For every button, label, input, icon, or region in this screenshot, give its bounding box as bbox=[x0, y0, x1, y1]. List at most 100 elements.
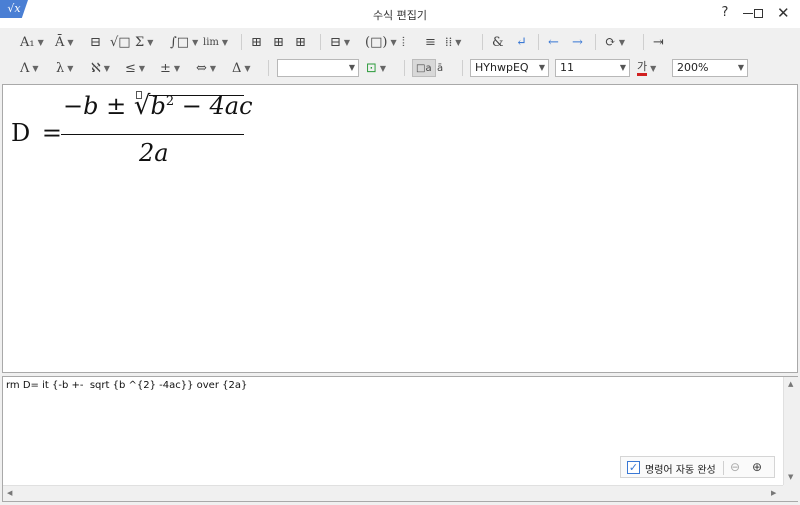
chevron-down-icon: ▼ bbox=[244, 63, 251, 73]
num-minus-b: −b bbox=[63, 92, 99, 120]
num-4ac: 4ac bbox=[209, 92, 253, 120]
zoom-combo-value: 200% bbox=[677, 61, 709, 74]
fraction-button[interactable]: ⊟ bbox=[90, 32, 101, 52]
format-text-button[interactable]: A₁ ▼ bbox=[20, 32, 44, 52]
scroll-right-icon[interactable]: ▶ bbox=[771, 489, 776, 497]
relation-icon: ≤ bbox=[125, 60, 136, 76]
minimize-button[interactable] bbox=[743, 13, 753, 14]
array-button[interactable]: ⦙ bbox=[402, 32, 405, 52]
chevron-down-icon: ▼ bbox=[379, 63, 387, 73]
text-color-button[interactable]: 가 ▼ bbox=[637, 58, 656, 78]
zoom-out-icon[interactable]: ⊖ bbox=[730, 460, 740, 474]
color-fill-button[interactable]: ⊡ ▼ bbox=[366, 58, 386, 78]
newline-button[interactable]: ↵ bbox=[516, 32, 527, 52]
chevron-down-icon: ▼ bbox=[619, 63, 626, 72]
root-icon: √□ bbox=[110, 34, 131, 50]
chevron-down-icon: ▼ bbox=[67, 37, 74, 47]
relation-button[interactable]: ≤ ▼ bbox=[125, 58, 145, 78]
scroll-left-icon[interactable]: ◀ bbox=[7, 489, 12, 497]
toolbar-separator bbox=[241, 34, 242, 50]
matrix-left-button[interactable]: ⊞ bbox=[251, 32, 262, 52]
lambda-button[interactable]: λ ▼ bbox=[56, 58, 73, 78]
zoom-in-icon[interactable]: ⊕ bbox=[752, 460, 762, 474]
scroll-up-icon[interactable]: ▲ bbox=[788, 380, 793, 388]
vertical-scrollbar[interactable]: ▲ ▼ bbox=[783, 377, 798, 485]
fraction-line bbox=[61, 134, 244, 135]
redo-button[interactable]: → bbox=[572, 32, 583, 52]
italic-greek-button[interactable]: Λ ▼ bbox=[20, 58, 39, 78]
formula-lhs: D = bbox=[11, 119, 62, 147]
toolbar-main: A₁ ▼ Ā ▼ ⊟ √□ Σ ▼ ∫□ ▼ lim ▼ ⊞ ⊞ ⊞ ⊟ ▼ (□) ▼ ⦙ ≡ ⁞⁞ ▼ & ↵ ← → ⟳ ▼ ⇥ bbox=[0, 28, 800, 56]
zoom-combo[interactable]: 200% ▼ bbox=[672, 59, 748, 77]
limit-button[interactable]: lim ▼ bbox=[203, 32, 228, 52]
chevron-down-icon: ▼ bbox=[650, 63, 657, 73]
render-icon: ⟳ bbox=[605, 34, 616, 50]
toolbar-separator bbox=[482, 34, 483, 50]
chevron-down-icon: ▼ bbox=[147, 37, 154, 47]
window-title: 수식 편집기 bbox=[372, 9, 428, 22]
lambda-icon: λ bbox=[56, 60, 65, 76]
aleph-button[interactable]: ℵ ▼ bbox=[91, 58, 110, 78]
close-button[interactable]: ✕ bbox=[777, 4, 790, 22]
aleph-icon: ℵ bbox=[91, 60, 101, 76]
integral-button[interactable]: ∫□ ▼ bbox=[170, 32, 198, 52]
delta-icon: Δ bbox=[232, 60, 242, 76]
paint-icon: ⊡ bbox=[366, 60, 377, 76]
equation-preview[interactable]: D = −b ± √b2 − 4ac 2a bbox=[2, 84, 798, 373]
delta-button[interactable]: Δ ▼ bbox=[232, 58, 251, 78]
fraction-icon: ⊟ bbox=[90, 34, 101, 50]
style-combo[interactable]: ▼ bbox=[277, 59, 359, 77]
text-color-icon: 가 bbox=[637, 60, 648, 76]
maximize-button[interactable] bbox=[754, 9, 763, 18]
sum-button[interactable]: Σ ▼ bbox=[135, 32, 153, 52]
autocomplete-checkbox[interactable]: ✓ bbox=[627, 461, 640, 474]
plusminus-button[interactable]: ± ▼ bbox=[160, 58, 180, 78]
chevron-down-icon: ▼ bbox=[348, 63, 355, 72]
row-button[interactable]: ≡ bbox=[425, 32, 436, 52]
font-combo[interactable]: HYhwpEQ ▼ bbox=[470, 59, 549, 77]
spacing-button[interactable]: ā bbox=[437, 58, 443, 78]
chevron-down-icon: ▼ bbox=[455, 37, 462, 47]
formula-equals: = bbox=[41, 119, 62, 147]
toolbar-separator bbox=[595, 34, 596, 50]
toolbar-separator bbox=[268, 60, 269, 76]
arrow-icon: ⇔ bbox=[196, 60, 207, 76]
align-icon: ⊟ bbox=[330, 34, 341, 50]
size-combo[interactable]: 11 ▼ bbox=[555, 59, 630, 77]
render-button[interactable]: ⟳ ▼ bbox=[605, 32, 625, 52]
text-mode-button[interactable]: □a bbox=[412, 59, 436, 77]
chevron-down-icon: ▼ bbox=[173, 63, 181, 73]
scroll-down-icon[interactable]: ▼ bbox=[788, 473, 793, 481]
help-button[interactable]: ? bbox=[713, 3, 737, 23]
toolbar-format: ▼ ⊡ ▼ □a ā HYhwpEQ ▼ 11 ▼ 가 ▼ 200% ▼ Λ ▼ λ… bbox=[0, 54, 800, 82]
title-bar: √x 수식 편집기 ? ✕ bbox=[0, 0, 800, 28]
toolbar-separator bbox=[320, 34, 321, 50]
command-editor[interactable]: rm D= it {-b +- sqrt {b ^{2} -4ac}} over… bbox=[2, 376, 798, 502]
decoration-button[interactable]: Ā ▼ bbox=[55, 32, 74, 52]
decoration-icon: Ā bbox=[55, 34, 65, 50]
toolbar-separator bbox=[404, 60, 405, 76]
undo-button[interactable]: ← bbox=[548, 32, 559, 52]
ampersand-icon: & bbox=[492, 34, 504, 50]
bracket-button[interactable]: (□) ▼ bbox=[365, 32, 397, 52]
plusminus-icon: ± bbox=[160, 60, 171, 76]
root-button[interactable]: √□ bbox=[110, 32, 131, 52]
redo-icon: → bbox=[572, 34, 583, 50]
formula-denominator: 2a bbox=[139, 139, 169, 167]
grid-button[interactable]: ⁞⁞ ▼ bbox=[445, 32, 461, 52]
horizontal-scrollbar[interactable]: ◀ ▶ bbox=[3, 485, 783, 501]
autocomplete-label: 명령어 자동 완성 bbox=[645, 465, 716, 476]
matrix-center-button[interactable]: ⊞ bbox=[273, 32, 284, 52]
chevron-down-icon: ▼ bbox=[390, 37, 397, 47]
chevron-down-icon: ▼ bbox=[32, 63, 39, 73]
matrix-right-button[interactable]: ⊞ bbox=[295, 32, 306, 52]
num-exp: 2 bbox=[165, 94, 175, 109]
ampersand-button[interactable]: & bbox=[492, 32, 504, 52]
insert-button[interactable]: ⇥ bbox=[653, 32, 664, 52]
num-minus: − bbox=[181, 92, 202, 120]
arrow-button[interactable]: ⇔ ▼ bbox=[196, 58, 216, 78]
align-button[interactable]: ⊟ ▼ bbox=[330, 32, 350, 52]
command-text[interactable]: rm D= it {-b +- sqrt {b ^{2} -4ac}} over… bbox=[6, 380, 247, 391]
undo-icon: ← bbox=[548, 34, 559, 50]
toolbar-separator bbox=[462, 60, 463, 76]
